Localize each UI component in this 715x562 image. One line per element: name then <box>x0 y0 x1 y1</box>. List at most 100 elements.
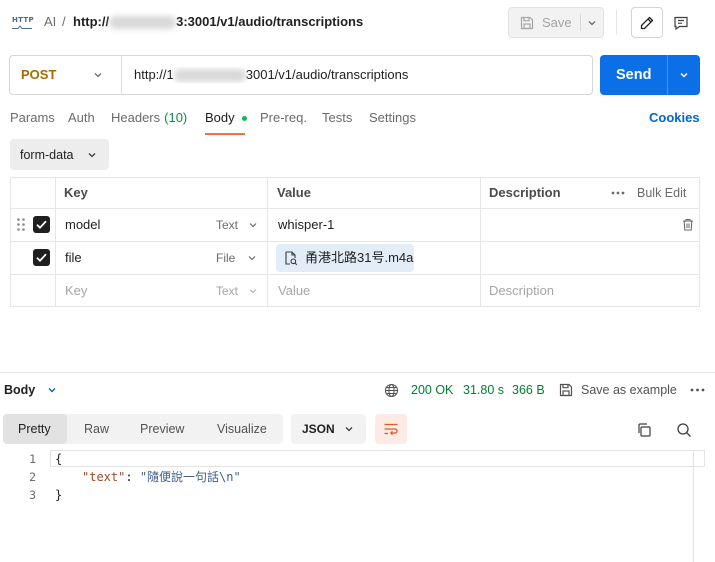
new-description-input[interactable]: Description <box>489 283 554 299</box>
editor-edge <box>693 450 694 562</box>
new-key-input[interactable]: Key <box>65 283 87 299</box>
copy-icon[interactable] <box>636 422 652 438</box>
breadcrumb-separator: / <box>62 14 66 29</box>
view-tab-pretty[interactable]: Pretty <box>3 414 67 444</box>
postman-request-window: HTTP AI / http:// 3:3001/v1/audio/transc… <box>0 0 715 562</box>
send-label: Send <box>616 67 652 83</box>
chevron-down-icon <box>249 222 257 227</box>
tab-auth[interactable]: Auth <box>68 110 95 126</box>
response-size[interactable]: 366 B <box>512 382 545 398</box>
save-button[interactable]: Save <box>509 8 580 37</box>
save-button-group: Save <box>508 7 604 38</box>
chevron-down-icon <box>345 427 353 432</box>
form-data-table: Key Value Description Bulk Edit model Te… <box>10 177 700 307</box>
search-icon[interactable] <box>676 422 692 438</box>
save-options-button[interactable] <box>581 8 603 37</box>
trash-icon[interactable] <box>682 218 694 231</box>
more-options-icon[interactable] <box>611 191 625 195</box>
response-section-label: Body <box>4 383 36 397</box>
chevron-down-icon <box>248 255 256 260</box>
json-string-value: "隨便說一句話\n" <box>139 470 241 484</box>
active-line-highlight <box>50 450 705 467</box>
tab-body-label: Body <box>205 110 235 125</box>
param-type-label: Text <box>216 217 239 232</box>
code-line-1[interactable]: { <box>55 450 62 468</box>
save-as-example-button[interactable]: Save as example <box>559 382 677 398</box>
chevron-down-icon <box>94 73 102 78</box>
new-value-input[interactable]: Value <box>278 283 310 299</box>
bulk-edit-button[interactable]: Bulk Edit <box>637 185 686 201</box>
body-indicator-dot <box>241 115 247 121</box>
tab-headers-label: Headers <box>111 110 161 125</box>
response-section-selector[interactable]: Body <box>4 382 57 398</box>
column-header-description: Description <box>489 185 561 200</box>
wrap-lines-button[interactable] <box>375 414 407 444</box>
tab-body[interactable]: Body <box>205 110 247 126</box>
save-label: Save <box>542 14 572 30</box>
body-mode-selector[interactable]: form-data <box>10 139 109 170</box>
view-tab-preview[interactable]: Preview <box>140 421 184 437</box>
file-attachment-chip[interactable]: 甬港北路31号.m4a <box>276 244 414 272</box>
send-button[interactable]: Send <box>600 55 667 95</box>
globe-icon[interactable] <box>384 383 399 398</box>
json-separator: : <box>125 470 140 484</box>
line-number: 2 <box>29 470 36 484</box>
chevron-down-icon <box>48 388 56 393</box>
row-enabled-checkbox[interactable] <box>33 216 50 233</box>
param-value[interactable]: whisper-1 <box>278 217 334 233</box>
code-line-3[interactable]: } <box>55 486 62 504</box>
send-options-button[interactable] <box>668 55 700 95</box>
redacted-host <box>173 68 246 82</box>
response-pane-divider[interactable] <box>0 372 715 373</box>
param-key[interactable]: file <box>65 250 82 266</box>
pencil-icon <box>640 16 654 29</box>
breadcrumb-collection[interactable]: AI <box>44 14 56 30</box>
cookies-link[interactable]: Cookies <box>649 110 700 126</box>
json-key: "text" <box>82 470 126 484</box>
save-icon <box>520 16 534 29</box>
response-view-tabs: Pretty Raw Preview Visualize <box>3 414 283 444</box>
param-type-selector[interactable]: Text <box>216 217 258 233</box>
tab-params[interactable]: Params <box>10 110 55 126</box>
view-tab-raw[interactable]: Raw <box>84 421 109 437</box>
url-input-start: http://1 <box>134 67 174 82</box>
param-type-selector[interactable]: Text <box>216 283 258 299</box>
line-number: 1 <box>29 452 36 466</box>
column-header-value: Value <box>277 185 311 200</box>
chevron-down-icon <box>249 288 257 293</box>
body-mode-label: form-data <box>20 147 74 162</box>
param-type-label: File <box>216 250 236 265</box>
drag-handle-icon[interactable] <box>17 218 25 231</box>
view-tab-visualize[interactable]: Visualize <box>217 421 267 437</box>
more-options-icon[interactable] <box>690 388 705 392</box>
request-title[interactable]: http:// 3:3001/v1/audio/transcriptions <box>73 14 363 30</box>
headers-count: (10) <box>164 110 188 125</box>
param-type-selector[interactable]: File <box>216 250 257 266</box>
response-format-selector[interactable]: JSON <box>291 414 366 444</box>
chevron-down-icon <box>88 152 96 157</box>
row-enabled-checkbox[interactable] <box>33 249 50 266</box>
http-icon-underline <box>12 25 32 29</box>
tab-settings[interactable]: Settings <box>369 110 416 126</box>
param-key[interactable]: model <box>65 217 100 233</box>
comments-button[interactable] <box>665 7 697 38</box>
url-input-end: 3001/v1/audio/transcriptions <box>245 67 409 82</box>
column-header-key: Key <box>64 185 88 200</box>
method-selector[interactable]: POST <box>10 56 121 94</box>
tab-pre-request[interactable]: Pre-req. <box>260 110 307 126</box>
response-time[interactable]: 31.80 s <box>463 382 504 398</box>
tab-tests[interactable]: Tests <box>322 110 352 126</box>
edit-button[interactable] <box>631 7 663 38</box>
table-row: file File 甬港北路31号.m4a <box>11 241 699 274</box>
file-name: 甬港北路31号.m4a <box>305 250 414 265</box>
url-input[interactable]: http://1 3001/v1/audio/transcriptions <box>134 67 589 83</box>
chevron-down-icon <box>588 20 596 25</box>
chevron-down-icon <box>680 73 688 78</box>
code-line-2[interactable]: "text" : "隨便說一句話\n" <box>82 468 241 486</box>
response-status[interactable]: 200 OK <box>411 382 453 398</box>
toolbar-divider <box>616 10 617 35</box>
active-tab-underline <box>205 133 245 135</box>
comment-icon <box>674 16 688 30</box>
redacted-host <box>109 15 177 29</box>
tab-headers[interactable]: Headers (10) <box>111 110 187 126</box>
